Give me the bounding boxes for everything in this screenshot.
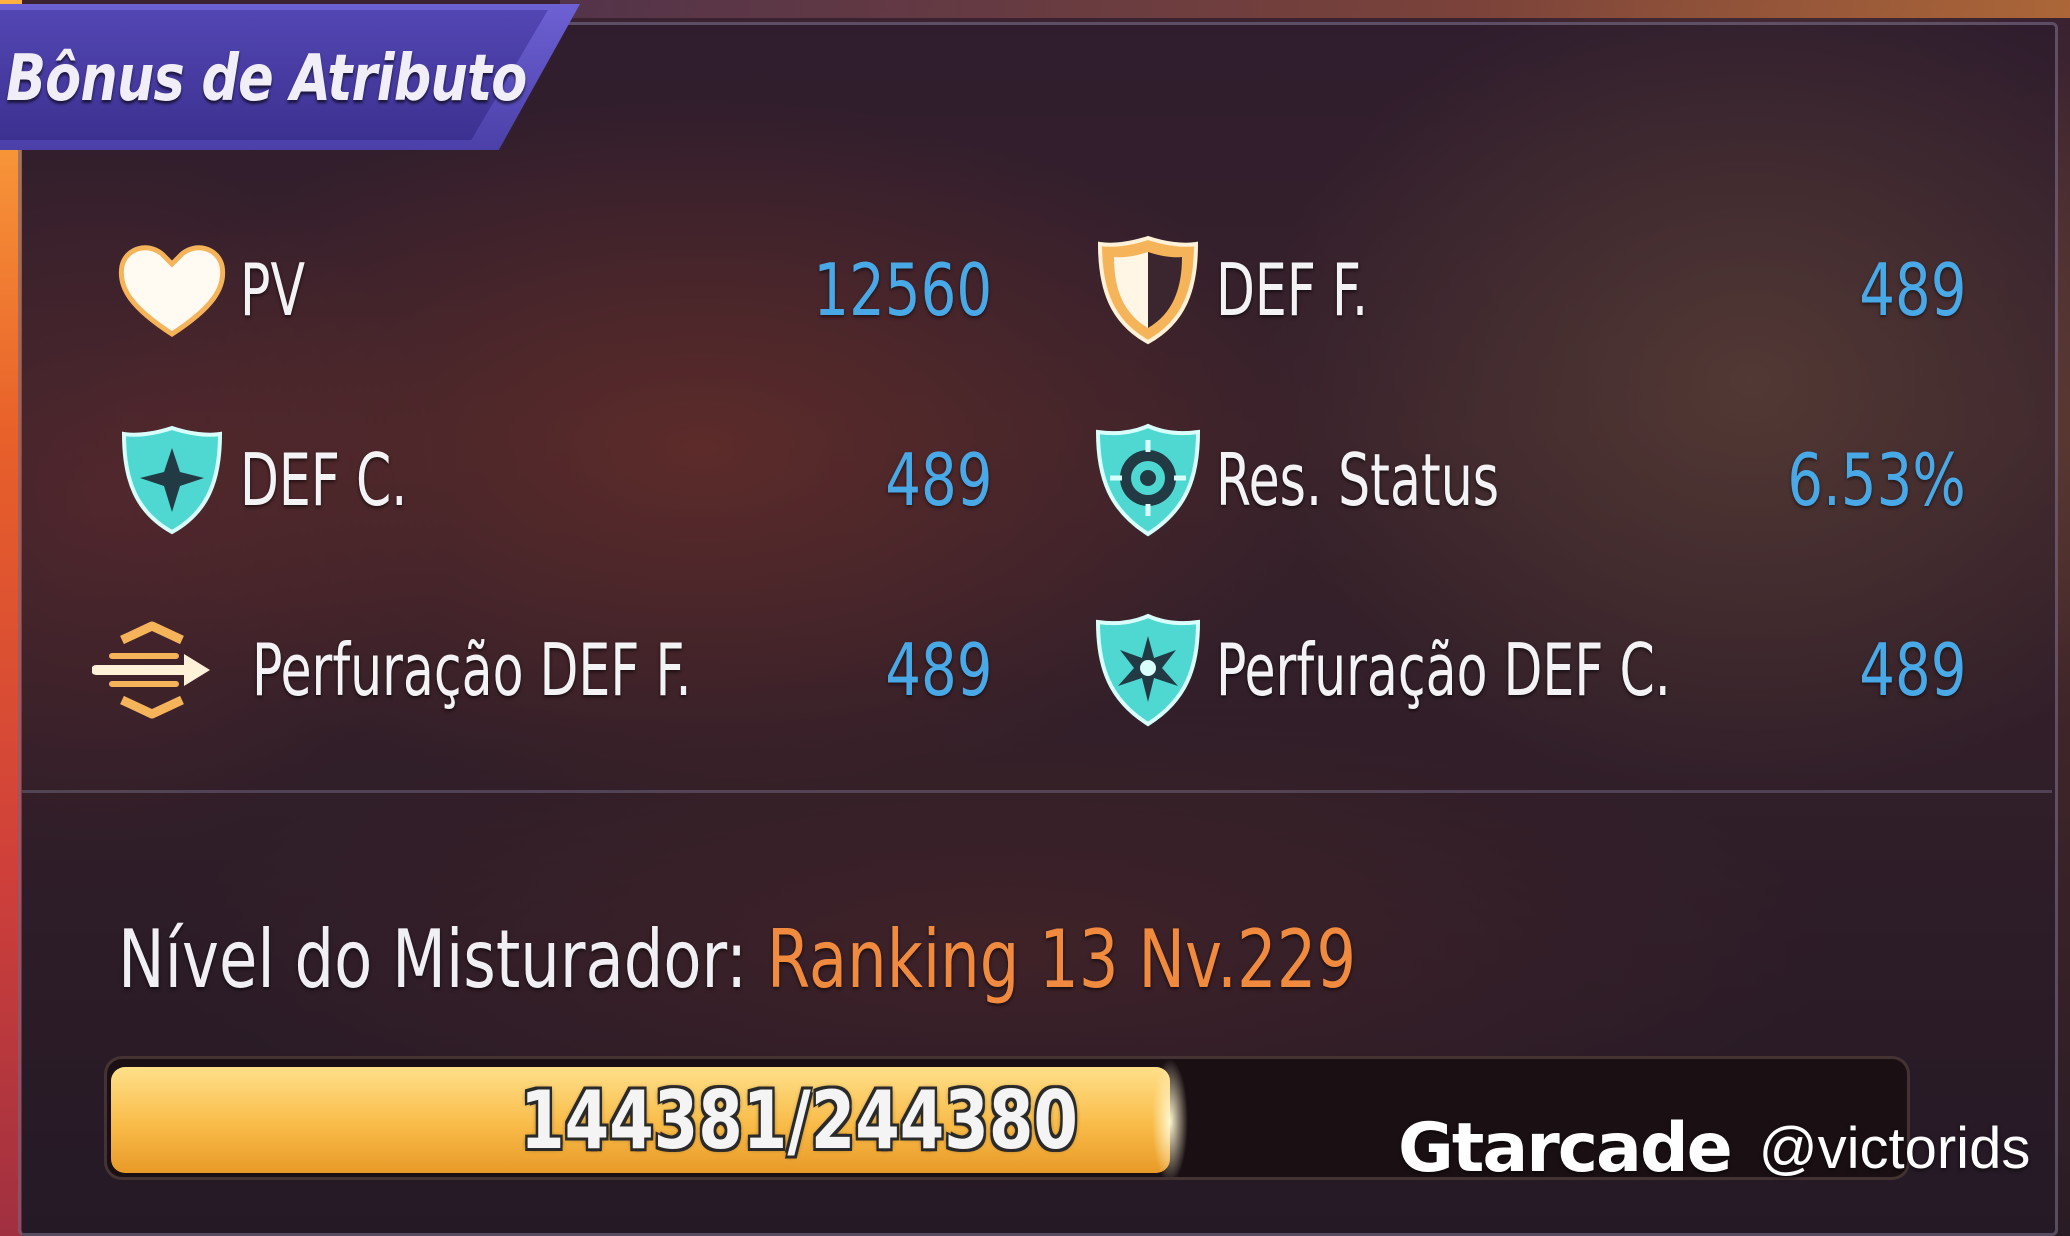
stat-label: DEF C.: [240, 438, 408, 522]
stat-value: 489: [1858, 248, 1966, 332]
mixer-level-value: Ranking 13 Nv.229: [766, 913, 1357, 1006]
piercing-arrow-icon: [92, 610, 212, 730]
stat-label: Perfuração DEF F.: [252, 628, 692, 712]
panel-title: Bônus de Atributo: [6, 42, 527, 116]
stat-label: DEF F.: [1216, 248, 1369, 332]
stat-label: PV: [240, 248, 306, 332]
stat-row-perfuracao-def-c: Perfuração DEF C. 489: [1088, 610, 1966, 730]
stat-row-res-status: Res. Status 6.53%: [1088, 420, 1966, 540]
shield-icon: [1088, 230, 1208, 350]
stat-value: 489: [1858, 628, 1966, 712]
gtarcade-logo: Gtarcade: [1398, 1108, 1733, 1188]
stat-row-def-f: DEF F. 489: [1088, 230, 1966, 350]
stat-row-perfuracao-def-f: Perfuração DEF F. 489: [92, 610, 992, 730]
game-screen: Bônus de Atributo PV 12560 DEF C. 489 Pe…: [0, 0, 2070, 1236]
mixer-level-label: Nível do Misturador:: [118, 913, 748, 1006]
watermark: Gtarcade @victorids: [1398, 1108, 2030, 1188]
watermark-handle: @victorids: [1758, 1115, 2031, 1181]
star-shield-icon: [112, 420, 232, 540]
stat-value: 6.53%: [1787, 438, 1966, 522]
stat-value: 489: [884, 438, 992, 522]
mixer-level: Nível do Misturador: Ranking 13 Nv.229: [118, 900, 1356, 1020]
section-divider: [22, 790, 2052, 793]
stat-row-def-c: DEF C. 489: [112, 420, 992, 540]
stat-label: Perfuração DEF C.: [1216, 628, 1671, 712]
target-shield-icon: [1088, 420, 1208, 540]
stat-value: 489: [884, 628, 992, 712]
stat-row-pv: PV 12560: [112, 230, 992, 350]
burst-shield-icon: [1088, 610, 1208, 730]
top-edge-glow: [560, 0, 2070, 18]
heart-icon: [112, 230, 232, 350]
stat-value: 12560: [813, 248, 992, 332]
stat-label: Res. Status: [1216, 438, 1500, 522]
